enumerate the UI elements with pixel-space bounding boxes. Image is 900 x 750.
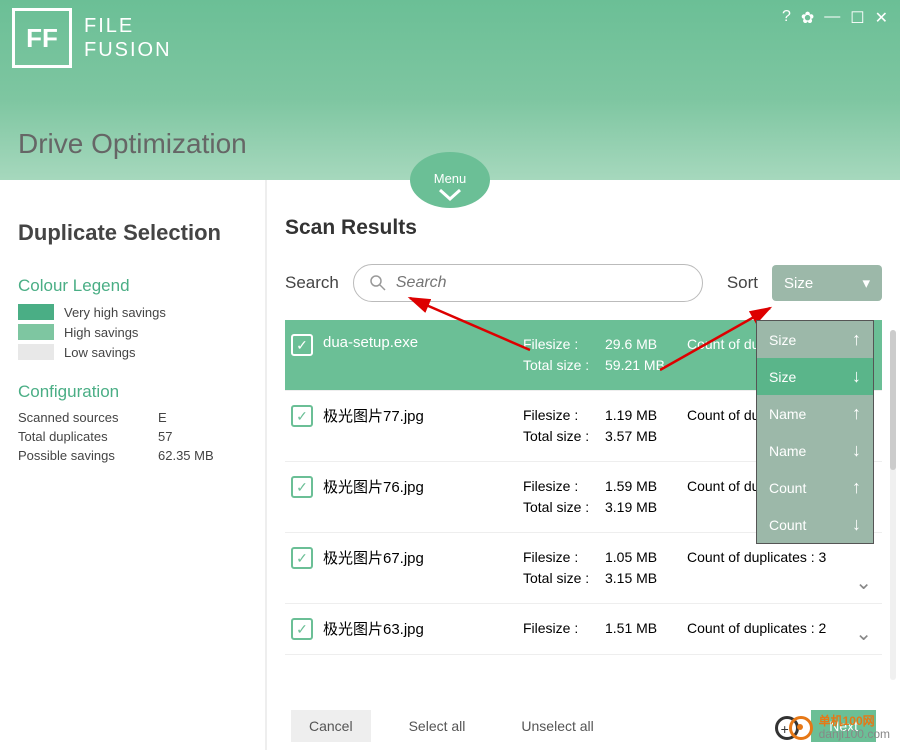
close-icon[interactable]: ✕ <box>875 8 888 28</box>
dropdown-caret-icon: ▾ <box>862 274 870 292</box>
sort-dropdown[interactable]: Size ↑ Size ↓ Name ↑ Name ↓ Count ↑ Count ↓ <box>756 320 874 544</box>
app-name-1: FILE <box>84 14 172 38</box>
logo-area: FF FILE FUSION <box>12 8 172 68</box>
search-icon <box>370 275 386 291</box>
config-row: Total duplicates57 <box>18 429 247 444</box>
legend-item: Very high savings <box>18 304 247 320</box>
legend-label: Very high savings <box>64 305 166 320</box>
filename: 极光图片63.jpg <box>323 618 513 639</box>
swatch-low-icon <box>18 344 54 360</box>
filename: 极光图片77.jpg <box>323 405 513 426</box>
logo-icon: FF <box>12 8 72 68</box>
help-icon[interactable]: ? <box>782 8 791 28</box>
sort-value: Size <box>784 275 813 292</box>
sort-option[interactable]: Size ↑ <box>757 321 873 358</box>
legend-item: Low savings <box>18 344 247 360</box>
arrow-down-icon: ↓ <box>852 366 861 387</box>
sort-option-label: Size <box>769 332 796 348</box>
config-row: Scanned sourcesE <box>18 410 247 425</box>
arrow-up-icon: ↑ <box>852 403 861 424</box>
sort-option[interactable]: Name ↑ <box>757 395 873 432</box>
result-row[interactable]: ✓ 极光图片63.jpg Filesize :1.51 MBCount of dup… <box>285 604 882 655</box>
sort-option-label: Size <box>769 369 796 385</box>
titlebar: FF FILE FUSION ? ✿ — ☐ ✕ <box>0 0 900 76</box>
sort-button[interactable]: Size ▾ <box>772 265 882 301</box>
watermark-text: 单机100网 danji100.com <box>819 715 890 741</box>
app-name-2: FUSION <box>84 38 172 62</box>
sort-option-label: Count <box>769 517 806 533</box>
select-all-button[interactable]: Select all <box>391 710 484 742</box>
results-title: Scan Results <box>285 216 882 240</box>
config-key: Scanned sources <box>18 410 158 425</box>
legend-label: High savings <box>64 325 138 340</box>
checkbox[interactable]: ✓ <box>291 476 313 498</box>
maximize-icon[interactable]: ☐ <box>850 8 864 28</box>
config-val: 62.35 MB <box>158 448 214 463</box>
page-title: Drive Optimization <box>18 128 247 160</box>
checkbox[interactable]: ✓ <box>291 547 313 569</box>
checkbox[interactable]: ✓ <box>291 618 313 640</box>
swatch-med-icon <box>18 324 54 340</box>
search-label: Search <box>285 273 339 293</box>
sort-label: Sort <box>727 273 758 293</box>
config-title: Configuration <box>18 382 247 402</box>
app-name: FILE FUSION <box>84 14 172 62</box>
config-row: Possible savings62.35 MB <box>18 448 247 463</box>
watermark-logo-icon: + <box>775 714 813 742</box>
legend-title: Colour Legend <box>18 276 247 296</box>
arrow-down-icon: ↓ <box>852 514 861 535</box>
swatch-high-icon <box>18 304 54 320</box>
arrow-up-icon: ↑ <box>852 477 861 498</box>
legend-item: High savings <box>18 324 247 340</box>
config-key: Possible savings <box>18 448 158 463</box>
unselect-all-button[interactable]: Unselect all <box>503 710 611 742</box>
config-val: E <box>158 410 167 425</box>
search-bar: Search Sort Size ▾ <box>285 264 882 302</box>
scroll-thumb[interactable] <box>890 330 896 470</box>
expand-icon[interactable]: ⌄ <box>855 570 872 595</box>
filename: 极光图片76.jpg <box>323 476 513 497</box>
legend-label: Low savings <box>64 345 136 360</box>
filename: dua-setup.exe <box>323 334 513 351</box>
search-box[interactable] <box>353 264 703 302</box>
file-meta: Filesize :1.05 MBCount of duplicates : 3… <box>523 547 872 589</box>
minimize-icon[interactable]: — <box>824 8 840 28</box>
cancel-button[interactable]: Cancel <box>291 710 371 742</box>
file-meta: Filesize :1.51 MBCount of duplicates : 2 <box>523 618 872 639</box>
sort-option[interactable]: Count ↓ <box>757 506 873 543</box>
config-key: Total duplicates <box>18 429 158 444</box>
expand-icon[interactable]: ⌄ <box>855 621 872 646</box>
watermark-line2: danji100.com <box>819 728 890 741</box>
sort-option-label: Count <box>769 480 806 496</box>
checkbox[interactable]: ✓ <box>291 334 313 356</box>
sort-option[interactable]: Size ↓ <box>757 358 873 395</box>
sort-option-label: Name <box>769 443 806 459</box>
search-input[interactable] <box>396 274 686 292</box>
sort-option[interactable]: Count ↑ <box>757 469 873 506</box>
checkbox[interactable]: ✓ <box>291 405 313 427</box>
sidebar: Duplicate Selection Colour Legend Very h… <box>0 180 265 750</box>
arrow-down-icon: ↓ <box>852 440 861 461</box>
configuration: Configuration Scanned sourcesE Total dup… <box>18 382 247 463</box>
filename: 极光图片67.jpg <box>323 547 513 568</box>
gear-icon[interactable]: ✿ <box>801 8 814 28</box>
window-controls: ? ✿ — ☐ ✕ <box>782 8 888 28</box>
arrow-up-icon: ↑ <box>852 329 861 350</box>
watermark: + 单机100网 danji100.com <box>775 714 890 742</box>
header: FF FILE FUSION ? ✿ — ☐ ✕ Drive Optimizat… <box>0 0 900 180</box>
scrollbar[interactable] <box>890 330 896 680</box>
config-val: 57 <box>158 429 172 444</box>
sort-option[interactable]: Name ↓ <box>757 432 873 469</box>
sidebar-title: Duplicate Selection <box>18 220 247 246</box>
sort-option-label: Name <box>769 406 806 422</box>
